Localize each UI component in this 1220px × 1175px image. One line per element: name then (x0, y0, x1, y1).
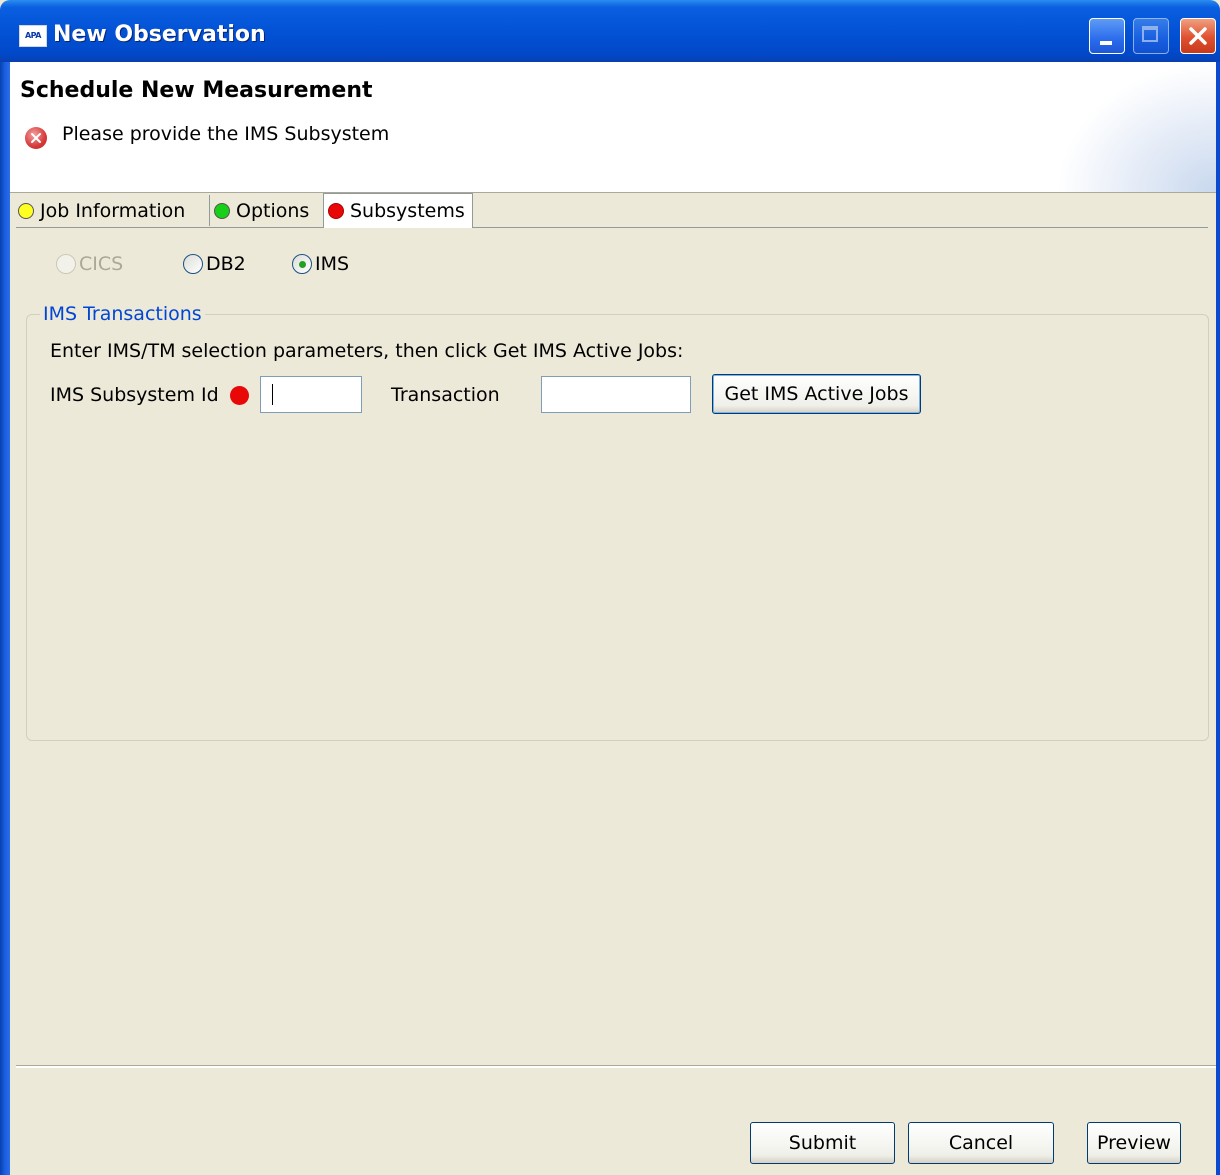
preview-button[interactable]: Preview (1087, 1122, 1181, 1164)
tab-subsystems[interactable]: Subsystems (323, 193, 473, 228)
window-frame-left (0, 62, 10, 1175)
app-icon: APA (19, 25, 47, 47)
title-bar[interactable]: APA New Observation (0, 0, 1220, 62)
required-indicator-icon (230, 386, 249, 405)
subsystem-id-label: IMS Subsystem Id (50, 384, 219, 406)
error-x-icon (25, 127, 47, 149)
maximize-button (1133, 18, 1169, 54)
tab-label: Subsystems (350, 200, 465, 222)
cancel-button[interactable]: Cancel (908, 1122, 1054, 1164)
tab-job-information[interactable]: Job Information (14, 195, 210, 226)
minimize-button[interactable] (1089, 18, 1125, 54)
radio-circle-icon (56, 254, 76, 274)
status-green-icon (214, 202, 230, 219)
error-message: Please provide the IMS Subsystem (62, 123, 390, 145)
instructions-text: Enter IMS/TM selection parameters, then … (50, 340, 684, 362)
subsystems-panel: CICS DB2 IMS IMS Transactions Enter IMS/… (16, 228, 1209, 1064)
text-caret (272, 384, 273, 405)
dialog-title: Schedule New Measurement (20, 78, 373, 103)
transaction-label: Transaction (391, 384, 500, 406)
close-button[interactable] (1180, 18, 1216, 54)
maximize-icon (1142, 26, 1158, 42)
status-yellow-icon (18, 202, 34, 219)
submit-button[interactable]: Submit (750, 1122, 895, 1164)
tab-label: Job Information (40, 199, 186, 222)
content-separator (16, 1065, 1216, 1068)
radio-label: CICS (79, 253, 124, 275)
tab-bar: Job Information Options Subsystems (10, 193, 1216, 228)
transaction-input[interactable] (541, 376, 691, 413)
new-observation-window: APA New Observation Schedule New Measure… (0, 0, 1220, 1175)
radio-circle-icon (183, 254, 203, 274)
dialog-header: Schedule New Measurement Please provide … (10, 62, 1216, 192)
radio-selected-icon (292, 254, 312, 274)
radio-cics: CICS (56, 253, 123, 275)
radio-label: DB2 (206, 253, 246, 275)
window-title: New Observation (53, 22, 266, 47)
minimize-icon (1100, 41, 1112, 45)
status-red-icon (328, 203, 344, 219)
radio-db2[interactable]: DB2 (183, 253, 246, 275)
close-icon (1189, 27, 1207, 45)
get-ims-active-jobs-button[interactable]: Get IMS Active Jobs (712, 374, 921, 414)
header-decoration (1056, 62, 1216, 192)
tab-label: Options (236, 199, 310, 222)
subsystem-id-input[interactable] (260, 376, 362, 413)
radio-ims[interactable]: IMS (292, 253, 349, 275)
window-frame-right (1216, 62, 1220, 1175)
radio-label: IMS (315, 253, 350, 275)
tab-options[interactable]: Options (210, 195, 324, 226)
group-legend: IMS Transactions (40, 303, 205, 325)
